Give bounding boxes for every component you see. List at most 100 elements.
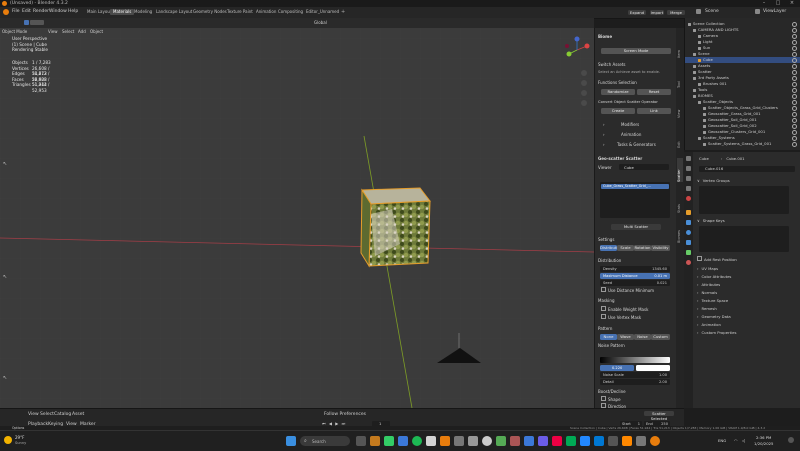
menu-file[interactable]: File (12, 9, 20, 14)
outliner-row[interactable]: Sun (685, 45, 800, 51)
scatter-layers-title[interactable]: Geo-scatter Scatter (598, 156, 674, 161)
screen-mode-button[interactable]: Screen Mode (601, 48, 671, 54)
mesh-data-props-icon[interactable] (686, 250, 691, 255)
expand-button[interactable]: Expand (628, 10, 646, 15)
menu-window[interactable]: Window (49, 9, 67, 14)
tab-biomes[interactable]: Biomes (677, 223, 683, 243)
app-icon-9[interactable] (482, 436, 492, 446)
output-props-icon[interactable] (686, 176, 691, 181)
app-icon-1[interactable] (370, 436, 380, 446)
notification-icon[interactable] (788, 437, 794, 443)
viewer-dropdown[interactable]: Cube (619, 164, 669, 170)
outliner-row[interactable]: Brushes 001 (685, 81, 800, 87)
section-attributes[interactable]: › Attributes (697, 282, 797, 288)
zoom-icon[interactable] (581, 70, 587, 76)
render-props-icon[interactable] (686, 166, 691, 171)
timeline-menu-view[interactable]: View (28, 412, 39, 417)
volume-icon[interactable]: ◁ (742, 438, 745, 443)
tab-view[interactable]: View (677, 98, 683, 118)
pattern-tab-custom[interactable]: Custom (651, 334, 670, 340)
outliner-row[interactable]: Assets (685, 63, 800, 69)
noise-color-swatch[interactable] (636, 365, 670, 371)
blender-menu-icon[interactable] (3, 9, 9, 15)
section-vertex-groups[interactable]: ∨ Vertex Groups (697, 178, 797, 184)
app-icon-6[interactable] (440, 436, 450, 446)
select-tool-icon[interactable]: ↖ (3, 161, 8, 167)
vscode-icon[interactable] (594, 436, 604, 446)
scatter-selected-button[interactable]: Scatter Selected (644, 411, 674, 421)
mesh-data-field[interactable]: Cube.016 (699, 166, 795, 172)
search-box[interactable]: ⌕ Search (300, 436, 350, 446)
timeline-menu-catalog[interactable]: Catalog (54, 412, 71, 417)
outliner-row[interactable]: Tools (685, 87, 800, 93)
weather-icon[interactable] (4, 436, 12, 444)
tab-item[interactable]: Item (677, 38, 683, 58)
clock-time[interactable]: 2:36 PM (756, 435, 771, 440)
outliner-row[interactable]: Scatter_Objects_Grass_Grid_Clusters (685, 105, 800, 111)
menu-render[interactable]: Render (33, 9, 49, 14)
outliner-row[interactable]: Scatter_Systems (685, 135, 800, 141)
density-field[interactable]: Density 1345.60 (600, 266, 670, 272)
outliner-row[interactable]: Geoscatter_Soil_Grid_001 (685, 117, 800, 123)
cursor-tool-icon[interactable]: ↖ (3, 274, 8, 280)
select-box-icon[interactable] (24, 20, 29, 25)
pattern-tab-noise[interactable]: Noise (634, 334, 651, 340)
randomize-button[interactable]: Randomize (601, 89, 635, 95)
mode-selector[interactable]: Object Mode (2, 29, 27, 34)
settings-tab-visibility[interactable]: Visibility (651, 245, 670, 251)
app-icon-16[interactable] (580, 436, 590, 446)
create-button[interactable]: Create (601, 108, 635, 114)
multi-scatter-button[interactable]: Multi Scatter (611, 224, 661, 230)
section-color-attributes[interactable]: › Color Attributes (697, 274, 797, 280)
shape-keys-list[interactable] (699, 226, 789, 252)
follow-preferences[interactable]: Follow Preferences (324, 412, 366, 417)
minimize-icon[interactable]: – (758, 0, 770, 7)
move-tool-icon[interactable]: ↖ (3, 375, 8, 381)
physics-props-icon[interactable] (686, 230, 691, 235)
wifi-icon[interactable]: ◠ (734, 438, 738, 443)
app-icon-3[interactable] (398, 436, 408, 446)
section-texture-space[interactable]: › Texture Space (697, 298, 797, 304)
noise-value-field[interactable]: 0.220 (600, 365, 634, 371)
app-icon-10[interactable] (496, 436, 506, 446)
constraints-props-icon[interactable] (686, 240, 691, 245)
shape-checkbox[interactable]: Shape (601, 396, 677, 402)
pattern-tab-none[interactable]: None (600, 334, 617, 340)
app-icon-14[interactable] (552, 436, 562, 446)
viewport-menu-object[interactable]: Object (90, 29, 103, 34)
settings-tab-rotation[interactable]: Rotation (634, 245, 651, 251)
spotify-icon[interactable] (412, 436, 422, 446)
outliner-row[interactable]: Scene Collection (685, 21, 800, 27)
maximize-icon[interactable]: □ (772, 0, 784, 7)
app-icon-20[interactable] (636, 436, 646, 446)
scatter-list-item[interactable]: Cube_Grass_Scatter_Grid_... (601, 184, 669, 189)
app-icon-13[interactable] (538, 436, 548, 446)
modifier-props-icon[interactable] (686, 220, 691, 225)
material-props-icon[interactable] (686, 260, 691, 265)
outliner-row[interactable]: Scatter_Objects (685, 99, 800, 105)
outliner-row[interactable]: Scatter_Systems_Grass_Grid_001 (685, 141, 800, 147)
tab-edit[interactable]: Edit (677, 128, 683, 148)
noise-color-ramp[interactable] (600, 357, 670, 363)
noise-scale-field[interactable]: Noise Scale 1.00 (600, 372, 670, 378)
outliner-row[interactable]: Camera (685, 33, 800, 39)
menu-help[interactable]: Help (68, 9, 78, 14)
viewport-menu-add[interactable]: Add (78, 29, 86, 34)
tab-scatter[interactable]: Scatter (677, 158, 683, 182)
workspace-tab-landscape[interactable]: Landscape Layout (153, 9, 195, 15)
clock-date[interactable]: 1/20/2025 (754, 441, 773, 446)
biome-header[interactable]: Biome (598, 34, 674, 39)
task-view-icon[interactable] (356, 436, 366, 446)
outliner-row[interactable]: Light (685, 39, 800, 45)
viewport-menu-select[interactable]: Select (62, 29, 74, 34)
visibility-eye-icon[interactable] (792, 142, 797, 147)
object-props-icon[interactable] (686, 210, 691, 215)
settings-tab-scale[interactable]: Scale (617, 245, 634, 251)
view-layer-selector[interactable]: ViewLayer (763, 9, 786, 14)
pattern-tab-wave[interactable]: Wave (617, 334, 634, 340)
tool-props-icon[interactable] (686, 156, 691, 161)
vertex-mask-checkbox[interactable]: Use Vertex Mask (601, 314, 677, 320)
section-normals[interactable]: › Normals (697, 290, 797, 296)
timeline-menu-select[interactable]: Select (40, 412, 54, 417)
app-icon-2[interactable] (384, 436, 394, 446)
